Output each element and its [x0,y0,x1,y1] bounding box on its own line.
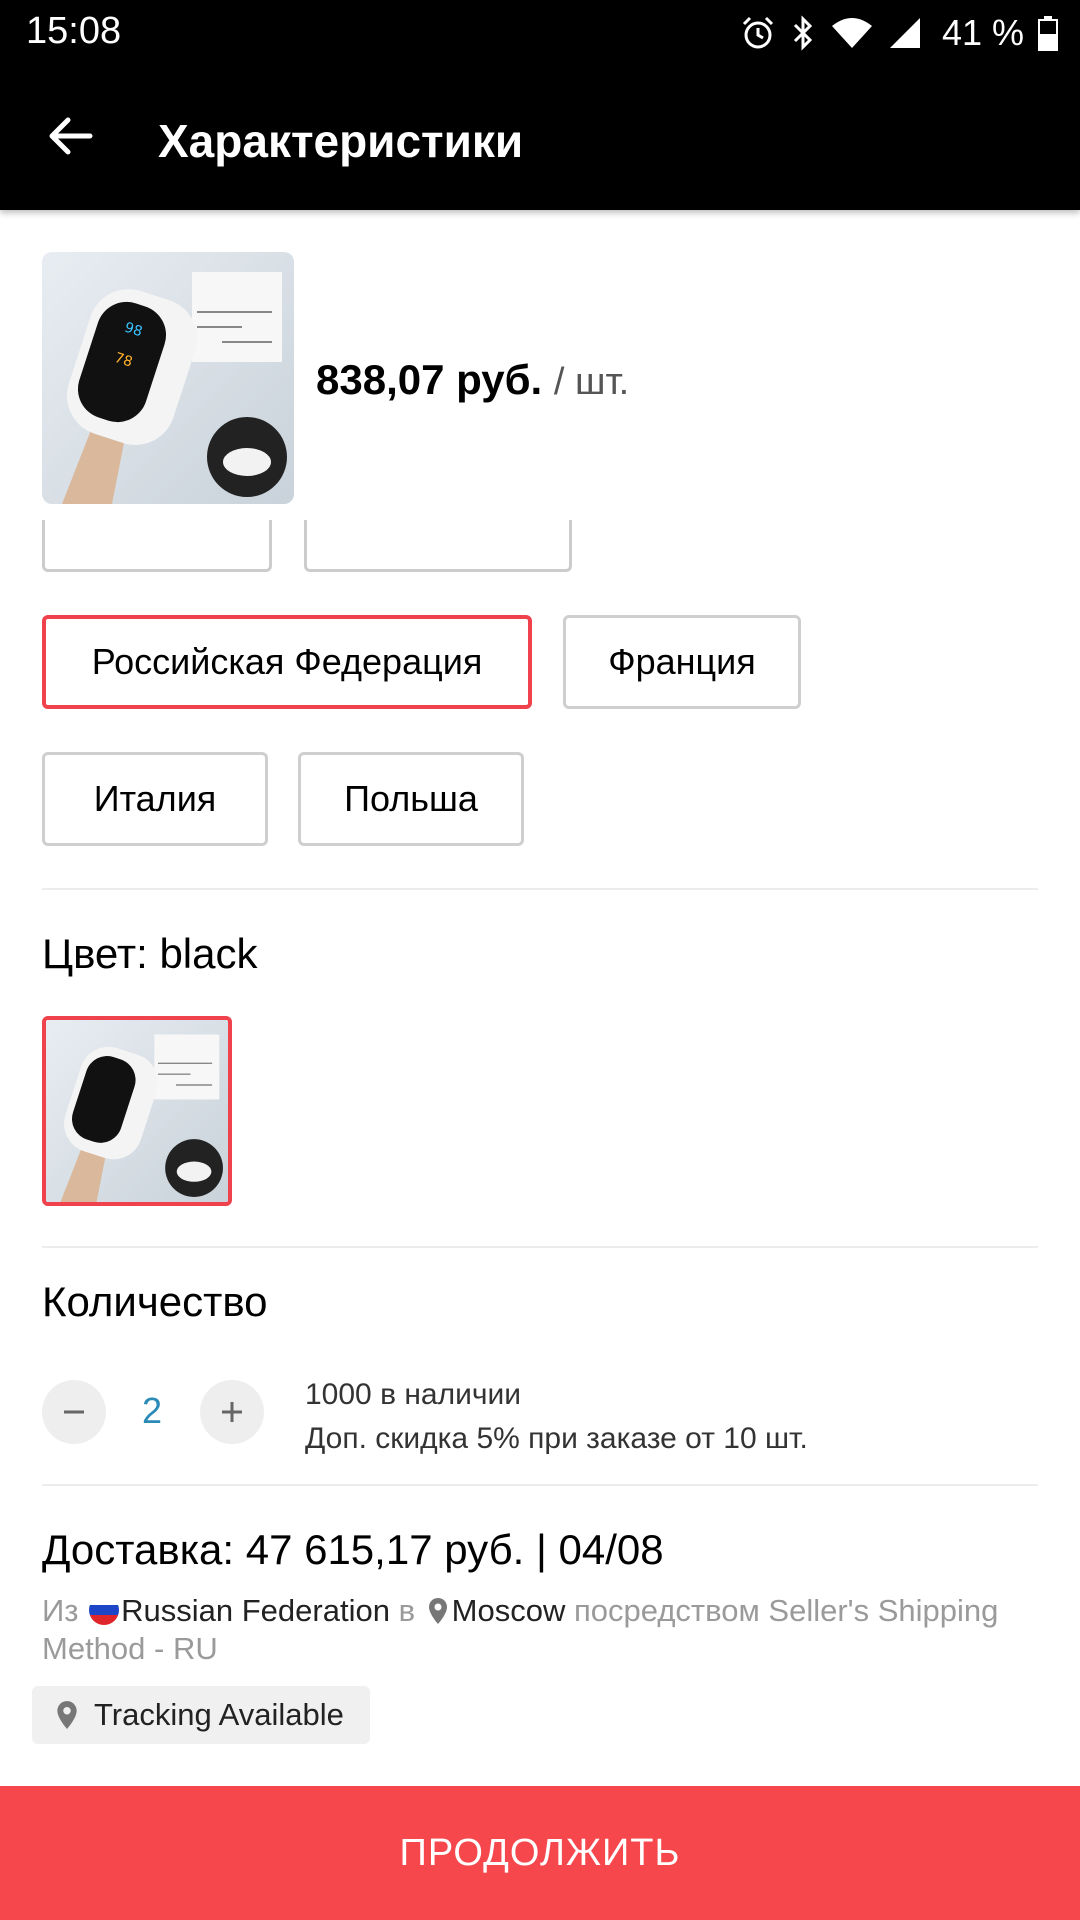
tracking-badge: Tracking Available [32,1686,370,1744]
status-icons: 41 % [740,12,1058,54]
discount-text: Доп. скидка 5% при заказе от 10 шт. [305,1422,808,1455]
chip-label: Польша [344,778,478,819]
location-pin-icon [57,1701,77,1729]
plus-icon [222,1402,242,1422]
price-unit: / шт. [553,361,630,403]
delivery-route: Из Russian Federation в Moscow посредств… [42,1592,1042,1668]
color-swatch-image [46,1020,228,1202]
ship-from-country: Russian Federation [121,1593,390,1628]
signal-icon [889,18,920,48]
quantity-value[interactable]: 2 [130,1390,174,1432]
status-time: 15:08 [26,10,122,52]
chip-label: Российская Федерация [91,641,483,682]
alarm-icon [742,16,773,49]
continue-button[interactable]: ПРОДОЛЖИТЬ [0,1786,1080,1920]
arrow-back-icon[interactable] [44,110,96,162]
color-option-black[interactable] [42,1016,232,1206]
ship-from-option-italy[interactable]: Италия [42,752,268,846]
chip-label: Италия [93,778,217,819]
wifi-icon [831,18,872,48]
product-image-pulse-oximeter: 98 78 [42,252,294,504]
option-chip-partial[interactable] [42,520,272,572]
divider [42,888,1038,890]
ship-from-option-france[interactable]: Франция [563,615,801,709]
bluetooth-icon [793,15,813,51]
status-bar: 15:08 41 % [0,0,1080,64]
delivery-title: Доставка: 47 615,17 руб. | 04/08 [42,1526,664,1573]
stock-text: 1000 в наличии [305,1378,522,1411]
divider [42,1484,1038,1486]
continue-label: ПРОДОЛЖИТЬ [399,1831,681,1874]
color-title: Цвет: black [42,930,258,977]
ship-from-option-russia[interactable]: Российская Федерация [42,615,532,709]
ship-to-city: Moscow [451,1593,566,1628]
location-pin-icon [428,1598,447,1624]
divider [42,1246,1038,1248]
product-image: 98 78 [42,252,294,504]
battery-percentage: 41 % [941,12,1024,53]
price-value: 838,07 руб. [316,356,543,403]
russia-flag-icon [89,1595,120,1625]
chip-label: Франция [608,641,756,682]
battery-icon [1038,16,1058,51]
quantity-increase-button[interactable] [200,1380,264,1444]
option-chip-partial[interactable] [304,520,572,572]
page-title: Характеристики [158,115,524,167]
tracking-label: Tracking Available [94,1697,344,1732]
minus-icon [64,1410,84,1414]
product-price: 838,07 руб. / шт. [316,356,629,404]
to-prefix: в [398,1593,416,1628]
quantity-decrease-button[interactable] [42,1380,106,1444]
ship-from-option-poland[interactable]: Польша [298,752,524,846]
from-prefix: Из [42,1593,79,1628]
app-bar: Характеристики [0,64,1080,210]
quantity-title: Количество [42,1278,268,1325]
